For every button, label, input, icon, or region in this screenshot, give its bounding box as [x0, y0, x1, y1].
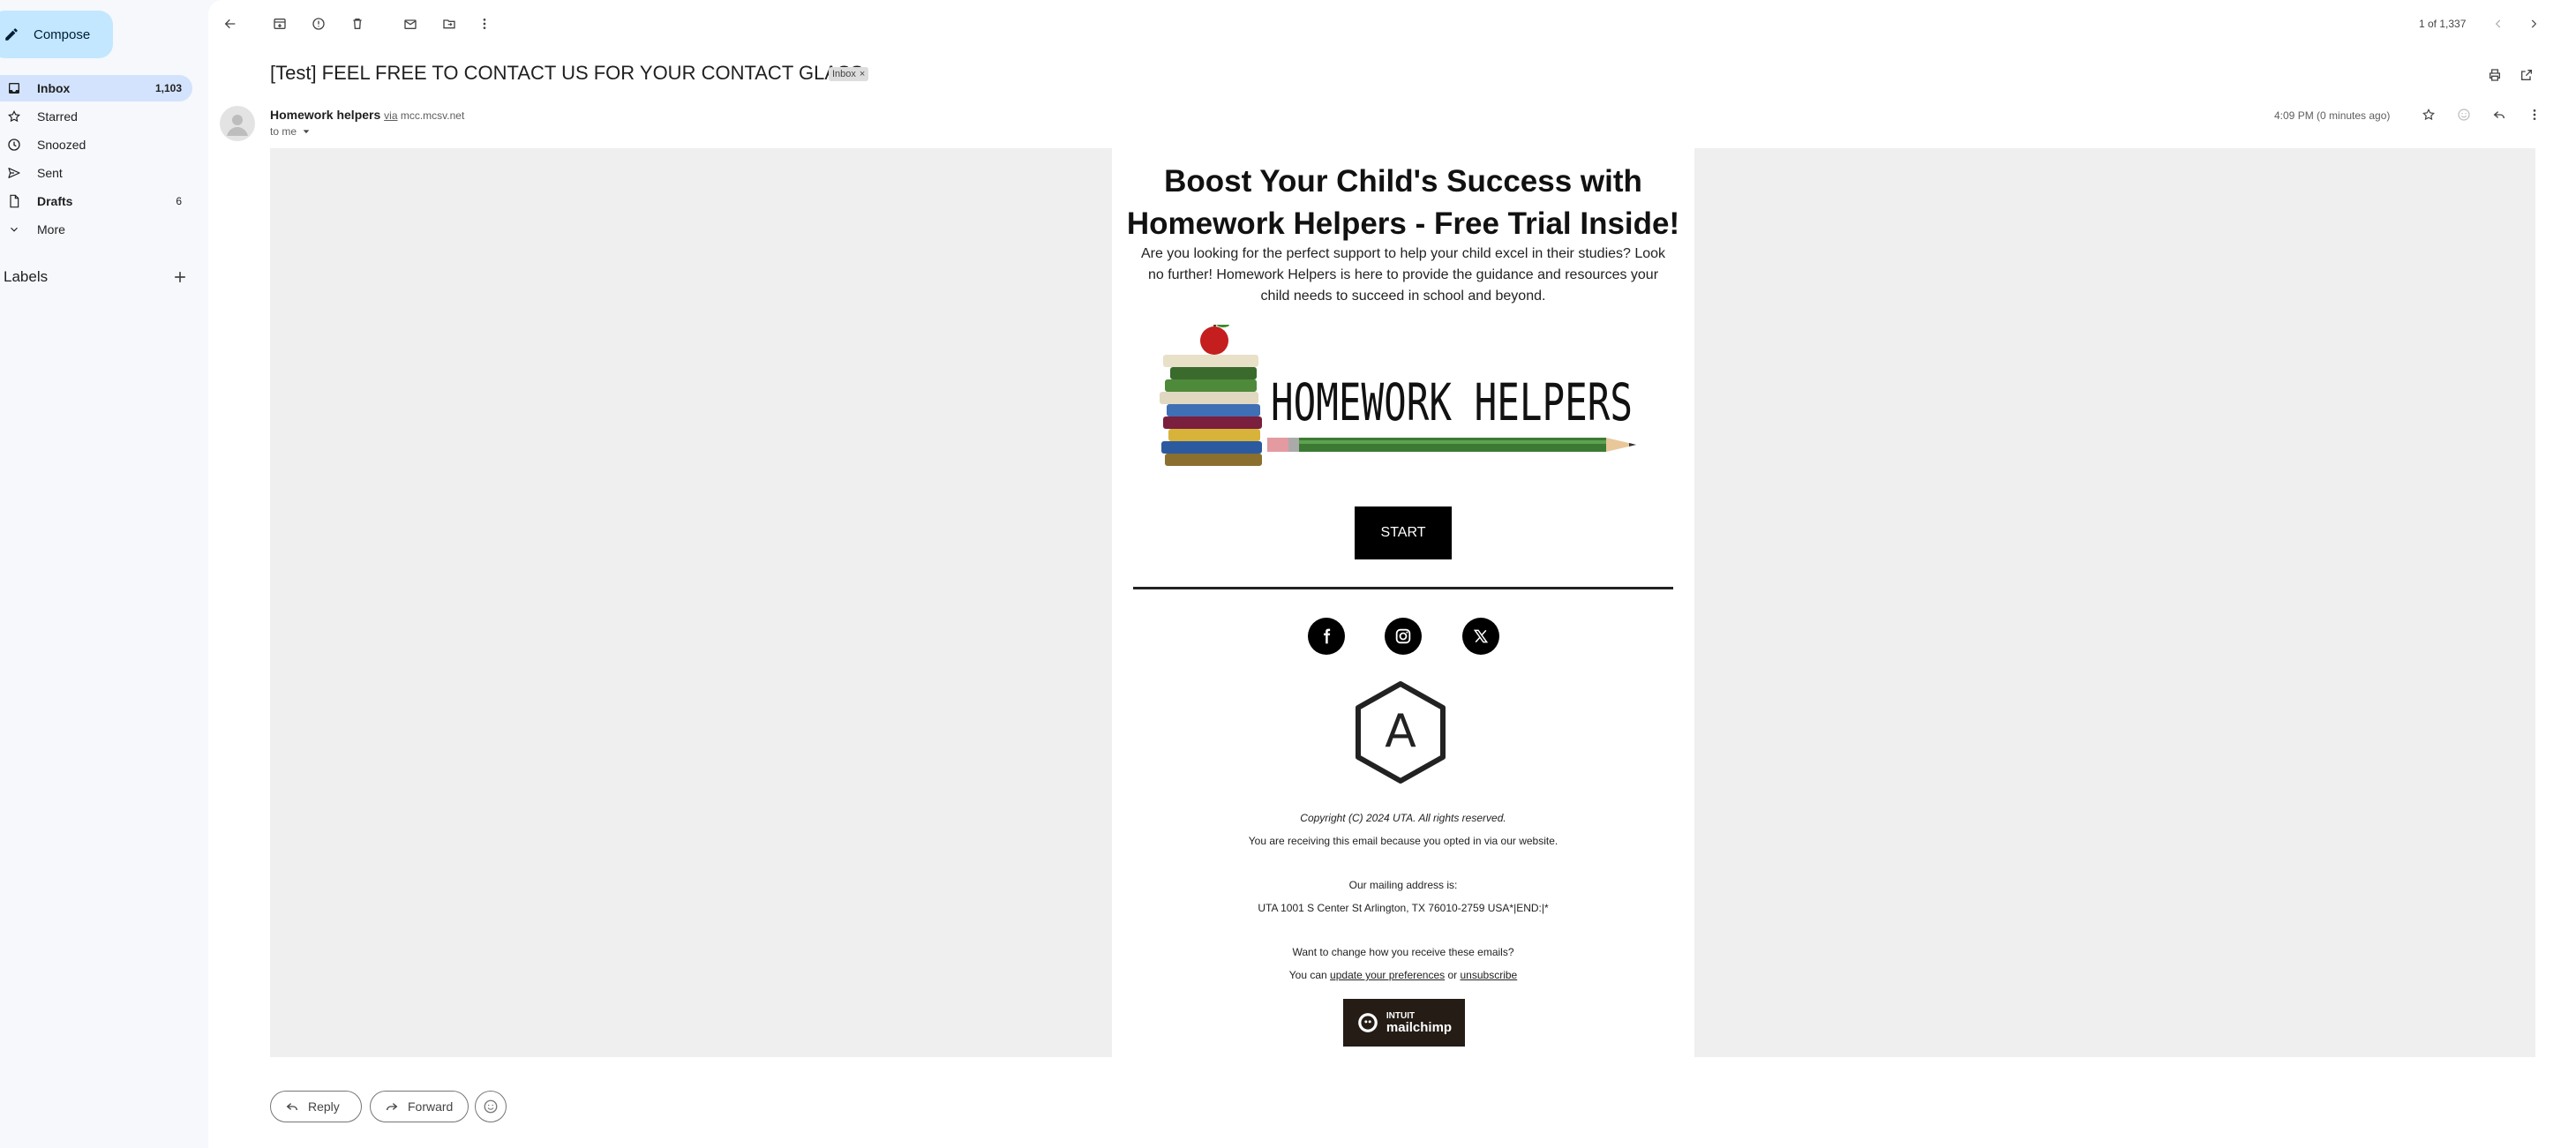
pencil-icon	[4, 26, 19, 42]
recipient-line[interactable]: to me	[270, 125, 311, 138]
email-headline: Boost Your Child's Success with Homework…	[1126, 164, 1680, 241]
reply-button[interactable]: Reply	[270, 1091, 362, 1122]
sidebar-item-label: Drafts	[37, 194, 73, 208]
inbox-label-chip[interactable]: Inbox ×	[829, 67, 869, 81]
more-vert-icon[interactable]	[475, 14, 494, 34]
message-view: 1 of 1,337 [Test] FEEL FREE TO CONTACT U…	[208, 0, 2576, 1148]
add-label-icon[interactable]	[171, 268, 189, 286]
sidebar-item-label: Snoozed	[37, 138, 86, 152]
chevron-right-icon[interactable]	[2524, 14, 2543, 34]
sidebar-item-label: Starred	[37, 109, 78, 124]
x-twitter-icon[interactable]	[1462, 618, 1499, 655]
sidebar-item-label: Sent	[37, 166, 63, 180]
sidebar-item-more[interactable]: More	[0, 216, 192, 243]
change-prompt: Want to change how you receive these ema…	[1292, 946, 1514, 958]
facebook-icon[interactable]	[1308, 618, 1345, 655]
emoji-icon	[483, 1099, 499, 1114]
draft-icon	[5, 192, 23, 210]
brand-hexagon-logo: A	[1352, 679, 1449, 785]
sidebar-item-inbox[interactable]: Inbox 1,103	[0, 75, 192, 101]
inbox-icon	[5, 79, 23, 97]
preferences-line: You can update your preferences or unsub…	[1112, 969, 1694, 981]
instagram-icon[interactable]	[1385, 618, 1422, 655]
chevron-down-icon	[5, 221, 23, 238]
back-arrow-icon[interactable]	[221, 14, 240, 34]
report-spam-icon[interactable]	[309, 14, 328, 34]
sidebar-item-label: Inbox	[37, 81, 71, 95]
sidebar-item-sent[interactable]: Sent	[0, 160, 192, 186]
copyright-text: Copyright (C) 2024 UTA. All rights reser…	[1300, 812, 1506, 824]
timestamp: 4:09 PM (0 minutes ago)	[2274, 109, 2391, 122]
star-icon[interactable]	[2418, 104, 2439, 125]
you-can-text: You can	[1288, 969, 1327, 981]
sidebar-item-starred[interactable]: Starred	[0, 103, 192, 130]
reply-label: Reply	[308, 1099, 340, 1114]
open-new-window-icon[interactable]	[2517, 65, 2536, 85]
mark-unread-icon[interactable]	[401, 14, 420, 34]
compose-button[interactable]: Compose	[0, 11, 113, 58]
pagination-count: 1 of 1,337	[2419, 18, 2467, 30]
update-preferences-link[interactable]: update your preferences	[1330, 969, 1445, 981]
sidebar-item-label: More	[37, 222, 65, 236]
chip-label: Inbox	[832, 69, 856, 79]
more-vert-icon[interactable]	[2524, 104, 2545, 125]
email-intro: Are you looking for the perfect support …	[1140, 246, 1666, 304]
reply-icon	[285, 1099, 299, 1114]
mailchimp-line2: mailchimp	[1386, 1019, 1453, 1035]
or-text: or	[1447, 969, 1458, 981]
send-icon	[5, 164, 23, 182]
draft-count: 6	[176, 195, 182, 207]
star-icon	[5, 108, 23, 125]
print-icon[interactable]	[2485, 65, 2505, 85]
chevron-left-icon[interactable]	[2489, 14, 2508, 34]
move-to-icon[interactable]	[439, 14, 459, 34]
homework-helpers-logo: HOMEWORK HELPERS	[1154, 325, 1657, 484]
start-button[interactable]: START	[1355, 506, 1452, 559]
compose-label: Compose	[34, 26, 91, 42]
divider	[1133, 587, 1673, 589]
unread-count: 1,103	[154, 82, 182, 94]
mailchimp-badge[interactable]: INTUIT mailchimp	[1343, 999, 1465, 1047]
sender-name[interactable]: Homework helpers	[270, 108, 380, 122]
delete-icon[interactable]	[348, 14, 367, 34]
sidebar-item-drafts[interactable]: Drafts 6	[0, 188, 192, 214]
email-body: Boost Your Child's Success with Homework…	[1112, 148, 1694, 1057]
forward-button[interactable]: Forward	[370, 1091, 469, 1122]
caret-down-icon[interactable]	[302, 127, 311, 136]
labels-heading: Labels	[4, 268, 49, 285]
mailing-heading: Our mailing address is:	[1348, 879, 1458, 891]
emoji-reaction-icon[interactable]	[2453, 104, 2475, 125]
mailing-address: UTA 1001 S Center St Arlington, TX 76010…	[1258, 902, 1549, 914]
to-me-text: to me	[270, 125, 297, 138]
mailchimp-icon	[1356, 1011, 1379, 1034]
email-subject: [Test] FEEL FREE TO CONTACT US FOR YOUR …	[270, 62, 864, 84]
forward-label: Forward	[408, 1099, 454, 1114]
unsubscribe-link[interactable]: unsubscribe	[1461, 969, 1518, 981]
labels-section-header: Labels	[4, 265, 189, 289]
avatar[interactable]	[220, 106, 255, 141]
logo-wordmark: HOMEWORK HELPERS	[1271, 372, 1633, 432]
via-domain: mcc.mcsv.net	[400, 109, 465, 122]
opt-in-text: You are receiving this email because you…	[1248, 835, 1558, 847]
reply-icon[interactable]	[2489, 104, 2510, 125]
mailchimp-line1: INTUIT	[1386, 1010, 1416, 1021]
emoji-reaction-button[interactable]	[475, 1091, 507, 1122]
clock-icon	[5, 136, 23, 154]
forward-icon	[385, 1099, 399, 1114]
archive-icon[interactable]	[270, 14, 289, 34]
via-text: via	[384, 109, 398, 122]
remove-label-icon[interactable]: ×	[860, 69, 865, 79]
sender-line: Homework helpers via mcc.mcsv.net	[270, 108, 464, 122]
sidebar-item-snoozed[interactable]: Snoozed	[0, 131, 192, 158]
badge-letter: A	[1385, 705, 1416, 758]
